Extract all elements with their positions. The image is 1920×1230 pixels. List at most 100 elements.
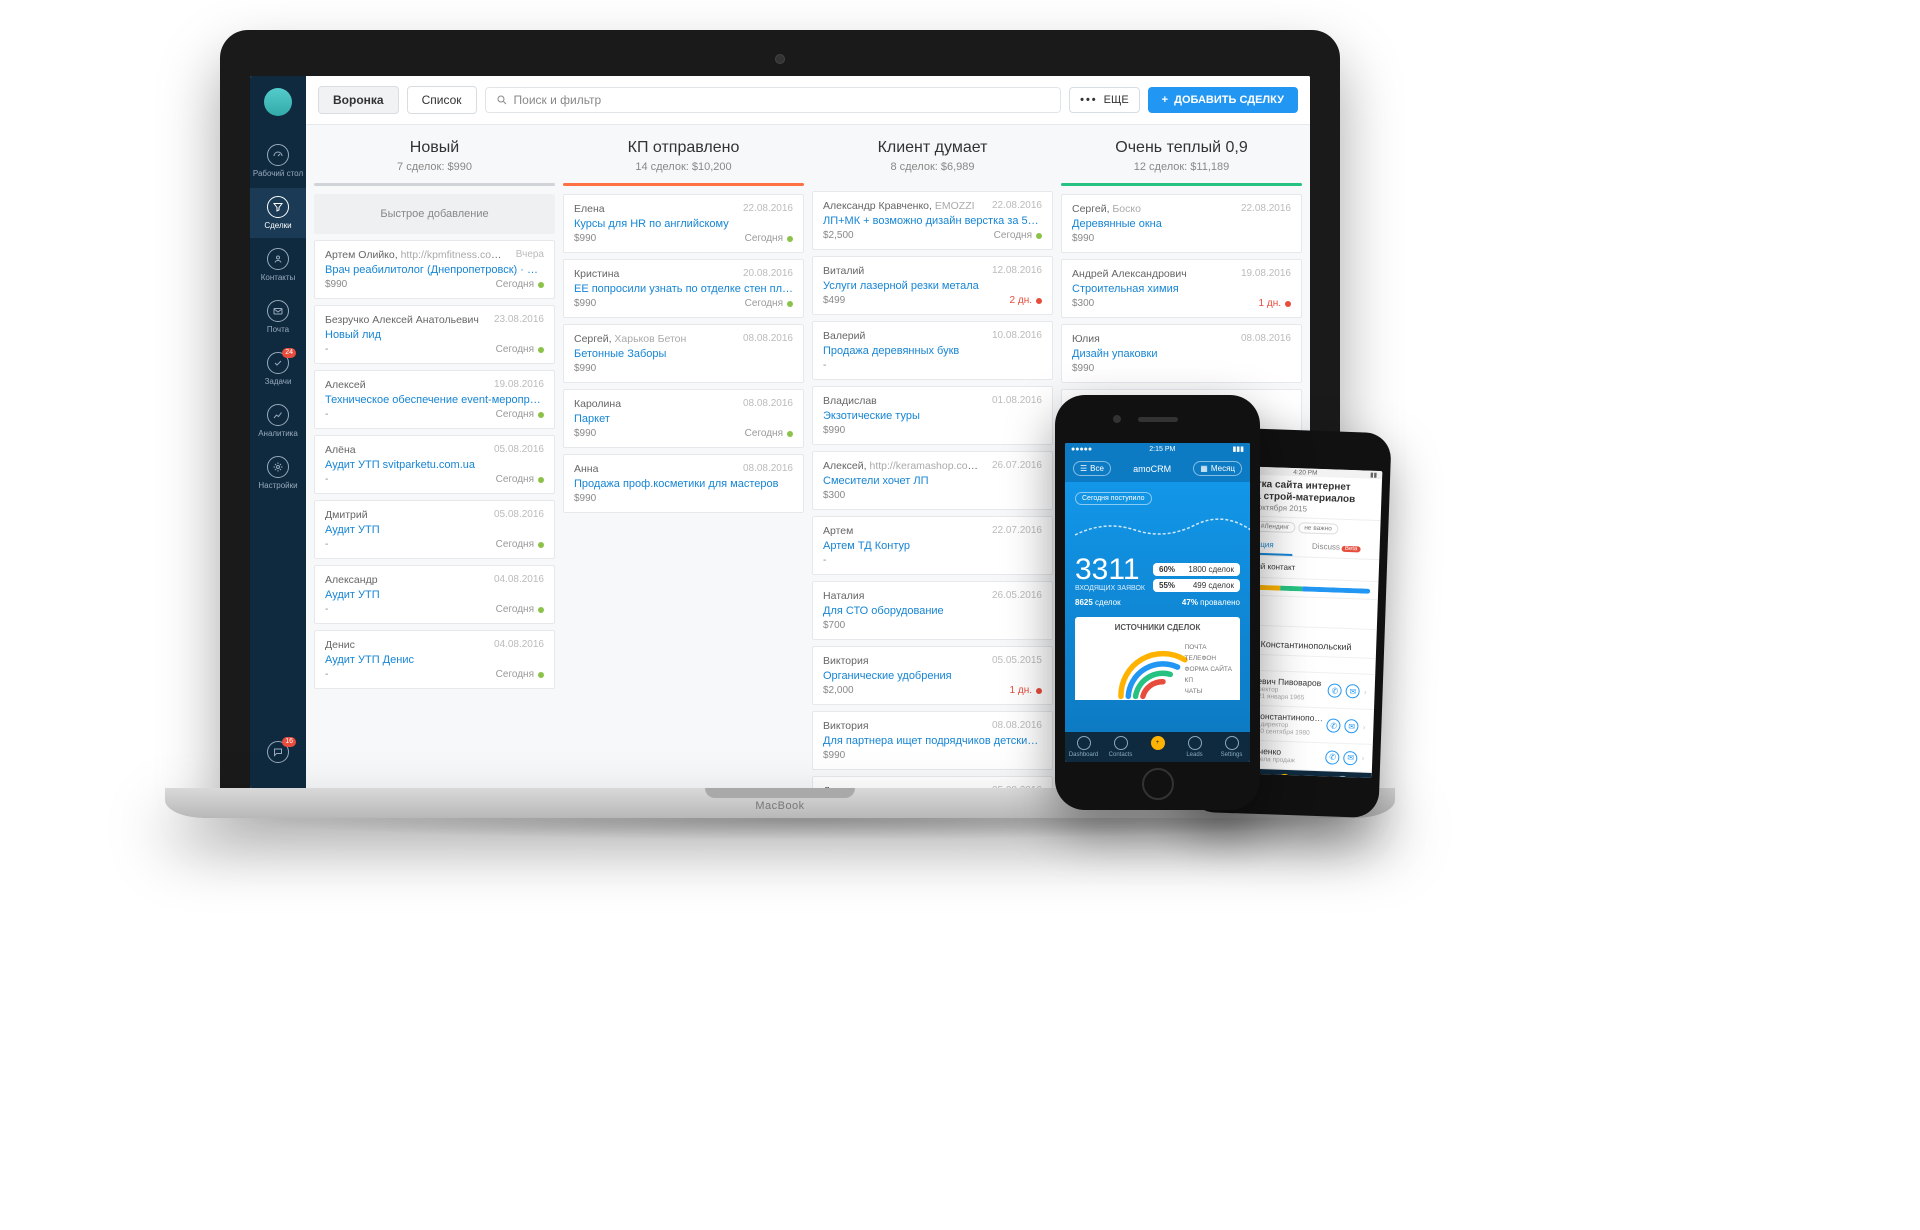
view-list-button[interactable]: Список [407, 86, 477, 114]
card-contact: Сергей, Боско [1072, 203, 1235, 215]
card-contact: Александр Кравченко, EMOZZI [823, 200, 986, 212]
column-color-bar [563, 183, 804, 186]
chat-icon[interactable]: ✉ [1343, 750, 1357, 764]
deal-card[interactable]: Сергей, Харьков Бетон 08.08.2016 Бетонны… [563, 324, 804, 383]
card-title: Деревянные окна [1072, 217, 1291, 231]
card-price: $990 [574, 298, 596, 309]
quick-add-button[interactable]: Быстрое добавление [314, 194, 555, 234]
deal-card[interactable]: Виталий 12.08.2016 Услуги лазерной резки… [812, 256, 1053, 315]
tab-contacts[interactable]: Contacts [1102, 736, 1139, 758]
search-input[interactable]: Поиск и фильтр [485, 87, 1062, 113]
gauge-icon [1077, 736, 1091, 750]
user-icon [1114, 736, 1128, 750]
card-contact: Кристина [574, 268, 737, 280]
card-price: $990 [325, 279, 347, 290]
sidebar-item-tasks[interactable]: Задачи 24 [250, 344, 306, 394]
add-button[interactable] [1255, 773, 1314, 778]
card-title: Аудит УТП [325, 523, 544, 537]
brand-logo[interactable] [264, 88, 292, 116]
card-date: 04.08.2016 [494, 639, 544, 651]
phone-icon[interactable]: ✆ [1325, 750, 1339, 764]
chat-icon[interactable]: ✉ [1345, 719, 1359, 733]
card-date: 22.07.2016 [992, 525, 1042, 537]
deal-card[interactable]: Юлия 08.08.2016 Дизайн упаковки $990 [1061, 324, 1302, 383]
sidebar-item-deals[interactable]: Сделки [250, 188, 306, 238]
card-date: 19.08.2016 [1241, 268, 1291, 280]
status-dot-icon [787, 431, 793, 437]
tag-chip[interactable]: не важно [1298, 522, 1338, 534]
status-dot-icon [1285, 301, 1291, 307]
filter-month[interactable]: ▦ Месяц [1193, 461, 1242, 476]
deal-card[interactable]: Алёна 05.08.2016 Аудит УТП svitparketu.c… [314, 435, 555, 494]
deal-card[interactable]: Наталия 26.05.2016 Для СТО оборудование … [812, 581, 1053, 640]
deal-card[interactable]: Давид 05.08.2016 БО Давид - [812, 776, 1053, 788]
column-color-bar [1061, 183, 1302, 186]
deal-card[interactable]: Алексей 19.08.2016 Техническое обеспечен… [314, 370, 555, 429]
filter-all[interactable]: ☰ Все [1073, 461, 1111, 476]
deal-card[interactable]: Кристина 20.08.2016 ЕЕ попросили узнать … [563, 259, 804, 318]
deal-card[interactable]: Сергей, Боско 22.08.2016 Деревянные окна… [1061, 194, 1302, 253]
badge: 24 [282, 348, 296, 358]
card-contact: Дмитрий [325, 509, 488, 521]
sources-panel: ИСТОЧНИКИ СДЕЛОК ПОЧТАТЕЛЕФОНФОРМА САЙТА… [1075, 617, 1240, 700]
sidebar-item-analytics[interactable]: Аналитика [250, 396, 306, 446]
card-title: Услуги лазерной резки метала [823, 279, 1042, 293]
sidebar-label: Сделки [264, 221, 291, 230]
plus-icon: + [1151, 736, 1165, 750]
card-date: 08.08.2016 [743, 333, 793, 345]
card-date: 01.08.2016 [992, 395, 1042, 407]
tab-leads[interactable]: Leads [1176, 736, 1213, 758]
status-dot-icon [1036, 233, 1042, 239]
card-price: - [325, 344, 328, 355]
deal-card[interactable]: Денис 04.08.2016 Аудит УТП Денис - Сегод… [314, 630, 555, 689]
card-title: Аудит УТП Денис [325, 653, 544, 667]
chat-icon[interactable]: ✉ [1346, 684, 1360, 698]
more-button[interactable]: •••ЕЩЕ [1069, 87, 1140, 113]
deal-card[interactable]: Артем Олийко, http://kpmfitness.com.ua/ … [314, 240, 555, 299]
edit-button[interactable]: Изменить [1313, 775, 1372, 778]
tab-dashboard[interactable]: Dashboard [1065, 736, 1102, 758]
phone-icon[interactable]: ✆ [1328, 683, 1342, 697]
tab-settings[interactable]: Settings [1213, 736, 1250, 758]
deal-card[interactable]: Дмитрий 05.08.2016 Аудит УТП - Сегодня [314, 500, 555, 559]
deal-card[interactable]: Каролина 08.08.2016 Паркет $990 Сегодня [563, 389, 804, 448]
phone-icon[interactable]: ✆ [1327, 718, 1341, 732]
card-date: 10.08.2016 [992, 330, 1042, 342]
sidebar-notifications[interactable]: 16 [250, 733, 306, 774]
sidebar-item-mail[interactable]: Почта [250, 292, 306, 342]
sidebar-item-settings[interactable]: Настройки [250, 448, 306, 498]
deal-card[interactable]: Виктория 05.05.2015 Органические удобрен… [812, 646, 1053, 705]
tag-chip[interactable]: #Лендинг [1255, 521, 1296, 533]
card-title: Продажа проф.косметики для мастеров [574, 477, 793, 491]
deal-card[interactable]: Валерий 10.08.2016 Продажа деревянных бу… [812, 321, 1053, 380]
legend-item: ПОЧТА [1185, 642, 1232, 653]
deal-card[interactable]: Елена 22.08.2016 Курсы для HR по английс… [563, 194, 804, 253]
deal-card[interactable]: Александр Кравченко, EMOZZI 22.08.2016 Л… [812, 191, 1053, 250]
funnel-icon [1188, 736, 1202, 750]
card-price: - [325, 669, 328, 680]
card-contact: Елена [574, 203, 737, 215]
deal-card[interactable]: Андрей Александрович 19.08.2016 Строител… [1061, 259, 1302, 318]
status-bar: ●●●●●2:15 PM▮▮▮ [1065, 443, 1250, 455]
add-deal-button[interactable]: +ДОБАВИТЬ СДЕЛКУ [1148, 87, 1298, 113]
deal-card[interactable]: Александр 04.08.2016 Аудит УТП - Сегодня [314, 565, 555, 624]
tab-discuss[interactable]: DiscussBeta [1292, 537, 1380, 559]
deal-card[interactable]: Безручко Алексей Анатольевич 23.08.2016 … [314, 305, 555, 364]
deal-card[interactable]: Анна 08.08.2016 Продажа проф.косметики д… [563, 454, 804, 513]
sidebar-item-desktop[interactable]: Рабочий стол [250, 136, 306, 186]
card-price: - [325, 409, 328, 420]
deal-card[interactable]: Алексей, http://keramashop.com.ua/ 26.07… [812, 451, 1053, 510]
tab-add[interactable]: + [1139, 736, 1176, 758]
column-title: Новый [314, 139, 555, 157]
deal-card[interactable]: Владислав 01.08.2016 Экзотические туры $… [812, 386, 1053, 445]
sidebar-item-contacts[interactable]: Контакты [250, 240, 306, 290]
card-price: $2,000 [823, 685, 854, 696]
phone-tabbar: Dashboard Contacts + Leads Settings [1065, 732, 1250, 762]
deal-card[interactable]: Артем 22.07.2016 Артем ТД Контур - [812, 516, 1053, 575]
deal-card[interactable]: Виктория 08.08.2016 Для партнера ищет по… [812, 711, 1053, 770]
card-price: $990 [574, 363, 596, 374]
view-funnel-button[interactable]: Воронка [318, 86, 399, 114]
card-date: 08.08.2016 [743, 463, 793, 475]
column-subtitle: 8 сделок: $6,989 [812, 161, 1053, 173]
sidebar-label: Настройки [258, 481, 297, 490]
